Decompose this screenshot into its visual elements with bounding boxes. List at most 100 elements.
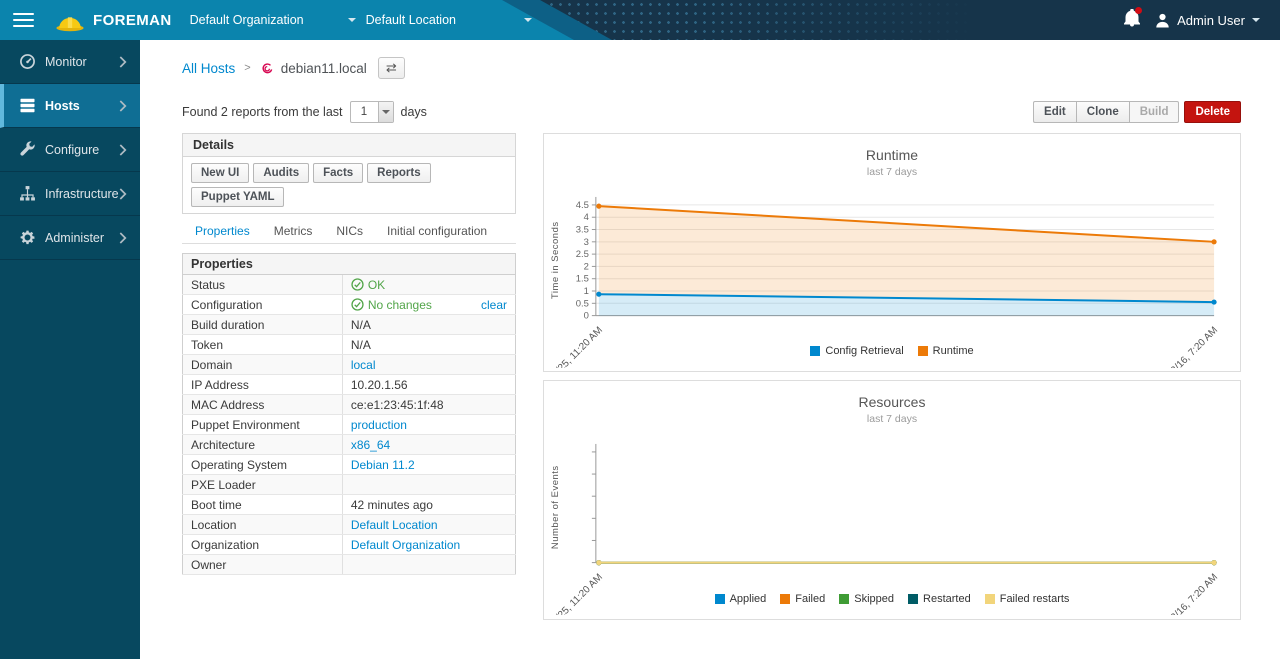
breadcrumb-separator: > [244,62,250,74]
legend-item-skipped[interactable]: Skipped [839,593,894,605]
sidebar-item-monitor[interactable]: Monitor [0,40,140,84]
properties-table: Properties Status OK Configuration No ch… [182,253,516,575]
legend-swatch [839,594,849,604]
host-switcher-button[interactable]: ⇄ [378,57,405,79]
property-label: Puppet Environment [183,415,343,435]
report-days-select[interactable]: 1 [350,101,394,123]
property-row-token: Token N/A [183,335,516,355]
build-button[interactable]: Build [1129,101,1180,123]
svg-text:3: 3 [584,237,589,248]
chevron-right-icon [119,100,127,112]
sidebar-item-administer[interactable]: Administer [0,216,140,260]
clone-button[interactable]: Clone [1076,101,1129,123]
chevron-down-icon [524,18,532,22]
clear-link[interactable]: clear [481,298,507,312]
location-dropdown-label: Default Location [366,13,456,27]
legend-item-config-retrieval[interactable]: Config Retrieval [810,345,903,357]
details-button-facts[interactable]: Facts [313,163,363,183]
svg-text:0.5: 0.5 [576,298,589,309]
legend-label: Config Retrieval [825,345,903,357]
property-row-puppet-environment: Puppet Environment production [183,415,516,435]
property-value[interactable]: x86_64 [351,438,390,452]
property-value[interactable]: production [351,418,407,432]
legend-swatch [810,346,820,356]
reports-days-text: days [401,105,427,119]
property-value: N/A [351,318,371,332]
tab-initial-configuration[interactable]: Initial configuration [375,219,499,243]
legend-item-failed[interactable]: Failed [780,593,825,605]
details-button-reports[interactable]: Reports [367,163,430,183]
properties-table-title: Properties [183,254,516,275]
legend-label: Restarted [923,593,971,605]
property-label: Organization [183,535,343,555]
sidebar-item-infrastructure[interactable]: Infrastructure [0,172,140,216]
resources-chart-panel: Resources last 7 days 11/25, 11:20 AM12/… [543,380,1241,620]
charts-column: Runtime last 7 days 00.511.522.533.544.5… [543,133,1241,620]
tab-metrics[interactable]: Metrics [262,219,325,243]
host-actions: Edit Clone Build Delete [1033,101,1241,123]
legend-label: Failed [795,593,825,605]
gauge-icon [19,53,36,70]
legend-item-applied[interactable]: Applied [715,593,767,605]
chart-legend: Applied Failed Skipped Restarted Failed rest… [544,593,1240,605]
svg-text:3.5: 3.5 [576,225,589,236]
legend-label: Failed restarts [1000,593,1070,605]
svg-text:2.5: 2.5 [576,249,589,260]
property-label: PXE Loader [183,475,343,495]
server-icon [19,97,36,114]
svg-text:4: 4 [584,212,589,223]
cog-icon [19,229,36,246]
legend-item-runtime[interactable]: Runtime [918,345,974,357]
organization-dropdown[interactable]: Default Organization [190,13,356,27]
reports-found-text: Found 2 reports from the last [182,105,343,119]
property-value: No changes [351,298,432,312]
sidebar-item-label: Configure [45,143,119,157]
sidebar-item-hosts[interactable]: Hosts [0,84,140,128]
property-row-ip-address: IP Address 10.20.1.56 [183,375,516,395]
svg-text:1.5: 1.5 [576,274,589,285]
notifications-button[interactable] [1124,9,1140,32]
tab-nics[interactable]: NICs [324,219,375,243]
tab-properties[interactable]: Properties [183,219,262,243]
property-row-build-duration: Build duration N/A [183,315,516,335]
details-button-new-ui[interactable]: New UI [191,163,249,183]
legend-item-failed-restarts[interactable]: Failed restarts [985,593,1070,605]
sidebar: Monitor Hosts Configure Infrastructure A… [0,40,140,659]
sidebar-item-configure[interactable]: Configure [0,128,140,172]
edit-button[interactable]: Edit [1033,101,1076,123]
details-button-puppet-yaml[interactable]: Puppet YAML [191,187,284,207]
property-row-architecture: Architecture x86_64 [183,435,516,455]
property-value[interactable]: local [351,358,376,372]
user-menu[interactable]: Admin User [1155,13,1260,28]
property-row-owner: Owner [183,555,516,575]
svg-text:1: 1 [584,286,589,297]
chart-subtitle: last 7 days [544,413,1240,425]
chevron-right-icon [119,188,127,200]
brand-name[interactable]: FOREMAN [93,12,172,29]
main-content: All Hosts > debian11.local ⇄ Found 2 rep… [140,40,1280,659]
runtime-chart[interactable]: 00.511.522.533.544.511/25, 11:20 AM12/16… [544,178,1240,368]
resources-chart[interactable]: 11/25, 11:20 AM12/16, 7:20 AMNumber of E… [544,425,1240,615]
check-circle-icon [351,298,364,311]
location-dropdown[interactable]: Default Location [366,13,532,27]
user-name: Admin User [1177,13,1245,28]
property-label: IP Address [183,375,343,395]
property-row-location: Location Default Location [183,515,516,535]
delete-button[interactable]: Delete [1184,101,1241,123]
organization-dropdown-label: Default Organization [190,13,304,27]
legend-swatch [918,346,928,356]
property-value[interactable]: Debian 11.2 [351,458,415,472]
property-label: Architecture [183,435,343,455]
breadcrumb-all-hosts-link[interactable]: All Hosts [182,61,235,76]
svg-text:Time in Seconds: Time in Seconds [550,221,561,299]
property-value[interactable]: Default Organization [351,538,460,552]
details-tabs: PropertiesMetricsNICsInitial configurati… [182,219,516,244]
property-label: Domain [183,355,343,375]
details-button-audits[interactable]: Audits [253,163,309,183]
sidebar-item-label: Administer [45,231,119,245]
wrench-icon [19,141,36,158]
hamburger-menu-icon[interactable] [13,13,34,28]
property-value[interactable]: Default Location [351,518,438,532]
chevron-down-icon [1252,18,1260,22]
legend-item-restarted[interactable]: Restarted [908,593,971,605]
